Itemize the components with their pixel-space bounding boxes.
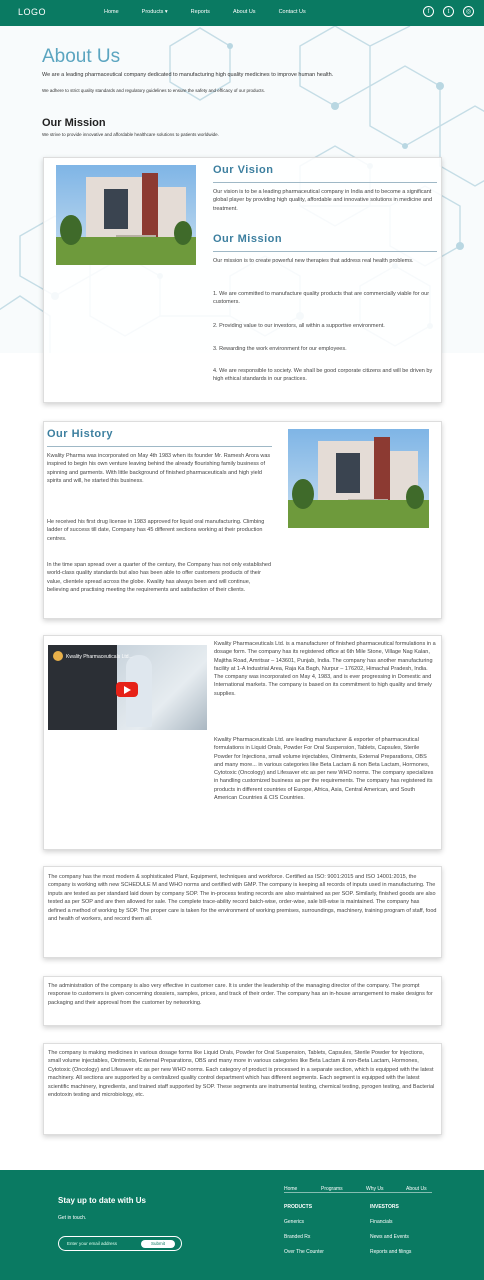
quality-text: The company has the most modern & sophis…	[48, 874, 437, 923]
mission-point-4: 4. We are responsible to society. We sha…	[213, 368, 433, 383]
mission-card-heading: Our Mission	[213, 233, 283, 245]
email-input[interactable]: Enter your email address	[67, 1241, 117, 1246]
channel-avatar[interactable]	[53, 651, 63, 661]
twitter-icon[interactable]: t	[443, 6, 454, 17]
footer-link-branded-rx[interactable]: Branded Rx	[284, 1234, 310, 1240]
video-player[interactable]: Kwality Pharmaceuticals Ltd...	[48, 645, 207, 730]
investors-heading: INVESTORS	[370, 1204, 399, 1210]
mission-card-text: Our mission is to create powerful new th…	[213, 258, 414, 264]
building-photo	[288, 429, 429, 528]
newsletter-form: Enter your email address Submit	[58, 1236, 182, 1251]
footer-divider	[284, 1192, 432, 1193]
footer-link-financials[interactable]: Financials	[370, 1219, 393, 1225]
building-photo	[56, 165, 196, 265]
company-paragraph-2: Kwality Pharmaceuticals Ltd. are leading…	[214, 737, 434, 802]
vision-heading: Our Vision	[213, 164, 274, 176]
footer-link-reports-filings[interactable]: Reports and filings	[370, 1249, 411, 1255]
mission-point-2: 2. Providing value to our investors, all…	[213, 323, 385, 329]
mission-heading: Our Mission	[42, 117, 106, 129]
nav-link-about-us[interactable]: About Us	[233, 9, 256, 15]
mission-point-3: 3. Rewarding the work environment for ou…	[213, 346, 347, 352]
mission-text: We strive to provide innovative and affo…	[42, 132, 219, 137]
history-paragraph-2: He received his first drug license in 19…	[47, 519, 265, 542]
history-heading: Our History	[47, 428, 114, 440]
footer-subtitle: Get in touch.	[58, 1215, 87, 1221]
about-intro: We are a leading pharmaceutical company …	[42, 72, 334, 78]
vision-text: Our vision is to be a leading pharmaceut…	[213, 189, 433, 212]
footer-link-news-events[interactable]: News and Events	[370, 1234, 409, 1240]
social-icons: f t ◎	[423, 6, 474, 17]
administration-text: The administration of the company is als…	[48, 983, 433, 1006]
top-navbar: LOGO Home Products ▾ Reports About Us Co…	[0, 0, 484, 26]
play-button-icon[interactable]	[116, 682, 138, 697]
divider	[213, 182, 437, 183]
page-title: About Us	[42, 46, 121, 67]
nav-links: Home Products ▾ Reports About Us Contact…	[104, 9, 329, 15]
submit-button[interactable]: Submit	[141, 1240, 175, 1248]
mission-point-1: 1. We are committed to manufacture quali…	[213, 291, 430, 306]
divider	[213, 251, 437, 252]
footer: Stay up to date with Us Get in touch. En…	[0, 1170, 484, 1280]
nav-link-reports[interactable]: Reports	[191, 9, 210, 15]
nav-link-products[interactable]: Products ▾	[142, 9, 168, 15]
company-paragraph-1: Kwality Pharmaceuticals Ltd. is a manufa…	[214, 641, 436, 697]
about-commitment: We adhere to strict quality standards an…	[42, 88, 265, 93]
footer-link-otc[interactable]: Over The Counter	[284, 1249, 324, 1255]
nav-link-home[interactable]: Home	[104, 9, 119, 15]
footer-link-generics[interactable]: Generics	[284, 1219, 304, 1225]
dosage-forms-text: The company is making medicines in vario…	[48, 1050, 435, 1099]
divider	[47, 446, 272, 447]
history-paragraph-1: Kwality Pharma was incorporated on May 4…	[47, 453, 271, 485]
footer-title: Stay up to date with Us	[58, 1196, 147, 1205]
history-paragraph-3: In the time span spread over a quarter o…	[47, 562, 272, 594]
logo[interactable]: LOGO	[18, 7, 46, 17]
facebook-icon[interactable]: f	[423, 6, 434, 17]
nav-link-contact-us[interactable]: Contact Us	[279, 9, 306, 15]
video-title[interactable]: Kwality Pharmaceuticals Ltd...	[66, 654, 133, 660]
products-heading: PRODUCTS	[284, 1204, 313, 1210]
instagram-icon[interactable]: ◎	[463, 6, 474, 17]
